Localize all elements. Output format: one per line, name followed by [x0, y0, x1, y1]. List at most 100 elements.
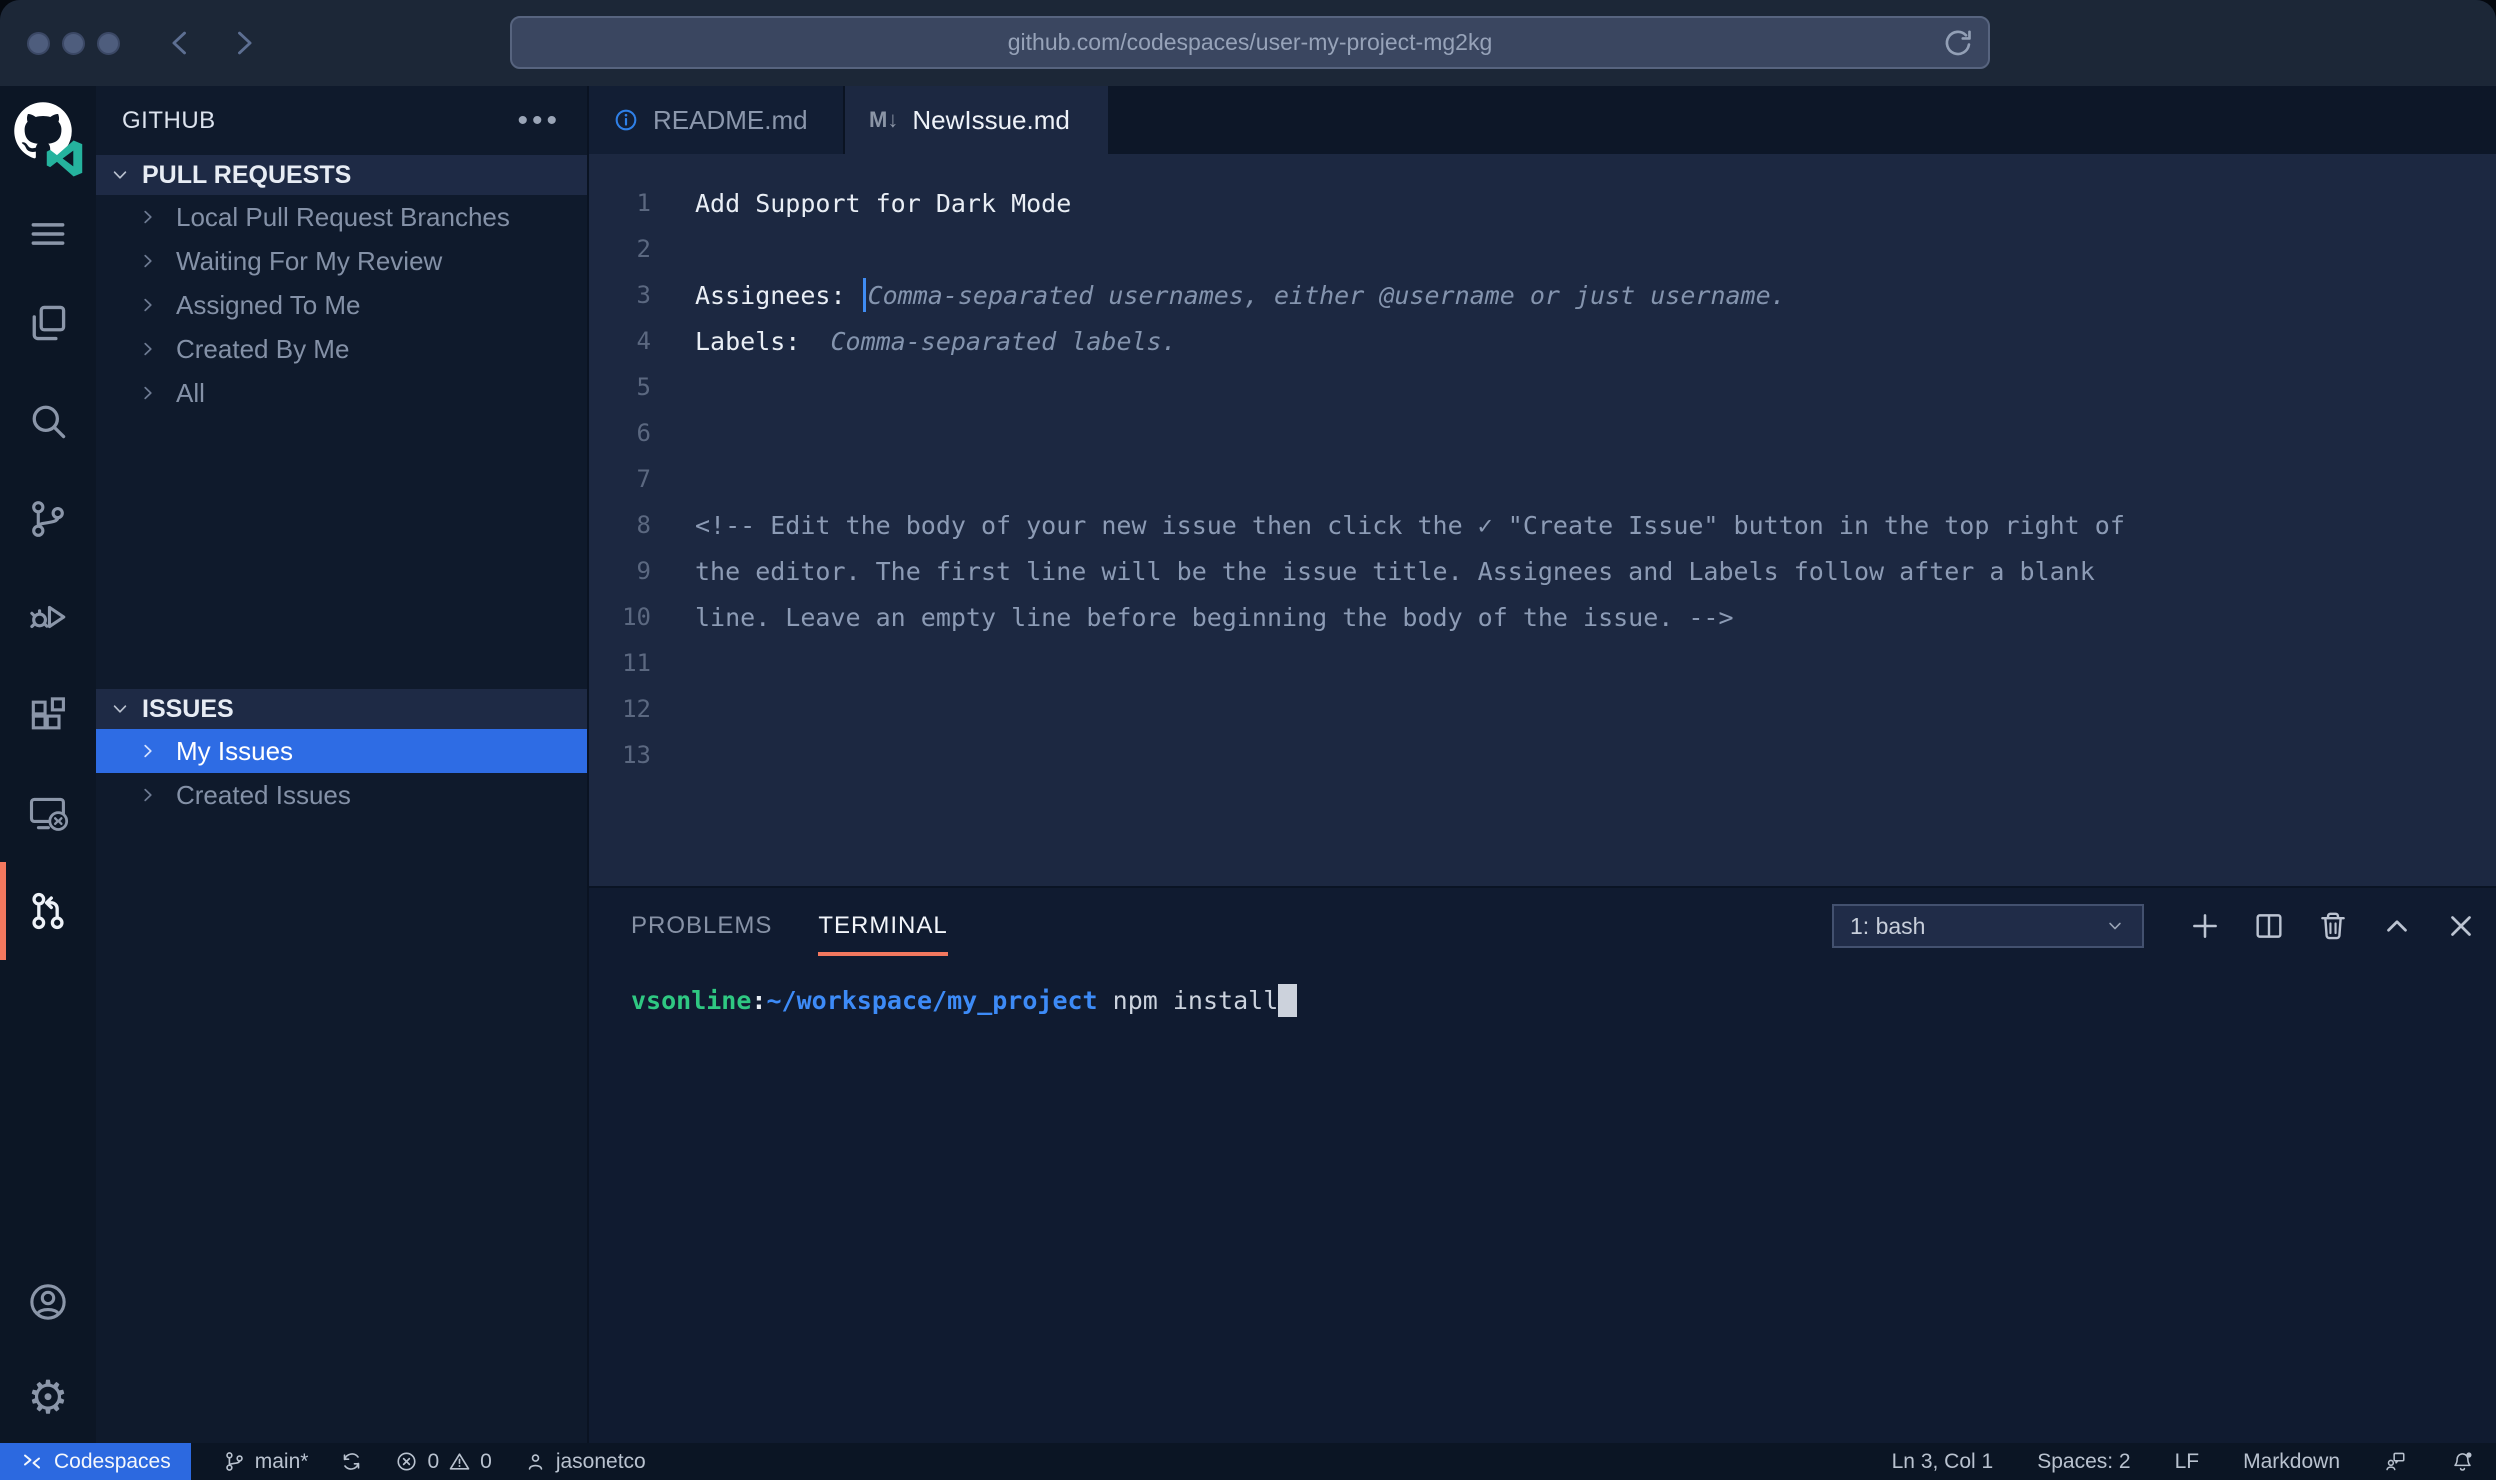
- window-minimize-button[interactable]: [62, 32, 85, 55]
- chevron-right-icon: [136, 381, 160, 405]
- editor-line: 6: [589, 410, 2496, 456]
- account-button[interactable]: [0, 1253, 96, 1351]
- problems-status[interactable]: 0 0: [395, 1450, 491, 1474]
- terminal-cursor: [1278, 984, 1297, 1017]
- section-issues[interactable]: ISSUES: [96, 689, 587, 729]
- chevron-right-icon: [136, 783, 160, 807]
- language-mode-status[interactable]: Markdown: [2243, 1450, 2340, 1474]
- remote-explorer-button[interactable]: [0, 764, 96, 862]
- settings-gear-icon: ⚙: [27, 1374, 68, 1420]
- person-icon: [524, 1450, 547, 1473]
- tab-readme[interactable]: README.md: [589, 86, 845, 154]
- section-pull-requests[interactable]: PULL REQUESTS: [96, 155, 587, 195]
- extensions-icon: [26, 693, 70, 737]
- terminal-command: npm install: [1098, 986, 1279, 1015]
- cursor-position-status[interactable]: Ln 3, Col 1: [1892, 1450, 1994, 1474]
- chevron-right-icon: [136, 739, 160, 763]
- editor-line: 13: [589, 732, 2496, 778]
- url-text: github.com/codespaces/user-my-project-mg…: [1008, 29, 1492, 56]
- chevron-right-icon: [136, 249, 160, 273]
- tab-newissue[interactable]: M↓ NewIssue.md: [845, 86, 1108, 154]
- chevron-right-icon: [136, 205, 160, 229]
- window-close-button[interactable]: [27, 32, 50, 55]
- editor-tab-bar: README.md M↓ NewIssue.md: [589, 86, 2496, 154]
- close-panel-icon[interactable]: [2444, 909, 2478, 943]
- bell-icon: [2451, 1450, 2474, 1473]
- chevron-right-icon: [136, 293, 160, 317]
- editor-line: 3Assignees: Comma-separated usernames, e…: [589, 272, 2496, 318]
- kill-terminal-icon[interactable]: [2316, 909, 2350, 943]
- chevron-down-icon: [108, 697, 132, 721]
- eol-status[interactable]: LF: [2175, 1450, 2200, 1474]
- debug-icon: [26, 595, 70, 639]
- address-bar[interactable]: github.com/codespaces/user-my-project-mg…: [510, 16, 1990, 69]
- git-branch-icon: [223, 1450, 246, 1473]
- editor-line: 7: [589, 456, 2496, 502]
- branch-status[interactable]: main*: [223, 1450, 309, 1474]
- github-pullrequest-icon: [26, 889, 70, 933]
- editor-line: 9the editor. The first line will be the …: [589, 548, 2496, 594]
- text-cursor: [863, 278, 866, 312]
- bottom-panel: PROBLEMS TERMINAL 1: bash vsonline:~/wor…: [589, 886, 2496, 1443]
- settings-button[interactable]: ⚙: [0, 1351, 96, 1443]
- sync-icon: [340, 1450, 363, 1473]
- remote-indicator[interactable]: Codespaces: [0, 1443, 191, 1480]
- feedback-icon: [2384, 1450, 2407, 1473]
- debug-button[interactable]: [0, 568, 96, 666]
- search-button[interactable]: [0, 372, 96, 470]
- info-icon: [613, 107, 639, 133]
- explorer-button[interactable]: [0, 274, 96, 372]
- menu-button[interactable]: [0, 194, 96, 274]
- notifications-button[interactable]: [2451, 1450, 2474, 1473]
- split-terminal-icon[interactable]: [2252, 909, 2286, 943]
- sidebar: GITHUB ••• PULL REQUESTS Local Pull Requ…: [96, 86, 589, 1443]
- warning-icon: [448, 1450, 471, 1473]
- back-icon[interactable]: [164, 26, 198, 60]
- window-zoom-button[interactable]: [97, 32, 120, 55]
- tree-item-created-by-me[interactable]: Created By Me: [96, 327, 587, 371]
- window-controls: [27, 32, 120, 55]
- markdown-icon: M↓: [869, 107, 898, 133]
- user-status[interactable]: jasonetco: [524, 1450, 646, 1474]
- github-pullrequest-button[interactable]: [0, 862, 96, 960]
- tree-item-my-issues[interactable]: My Issues: [96, 729, 587, 773]
- codespaces-logo: [0, 86, 96, 194]
- tree-item-waiting-for-my-review[interactable]: Waiting For My Review: [96, 239, 587, 283]
- chevron-down-icon: [108, 163, 132, 187]
- tree-item-all[interactable]: All: [96, 371, 587, 415]
- source-control-icon: [26, 497, 70, 541]
- chevron-down-icon: [2104, 915, 2126, 937]
- tree-item-local-pull-request-branches[interactable]: Local Pull Request Branches: [96, 195, 587, 239]
- activity-bar: ⚙: [0, 86, 96, 1443]
- editor-line: 8<!-- Edit the body of your new issue th…: [589, 502, 2496, 548]
- terminal-shell-select[interactable]: 1: bash: [1832, 904, 2144, 948]
- feedback-button[interactable]: [2384, 1450, 2407, 1473]
- editor-line: 2: [589, 226, 2496, 272]
- indentation-status[interactable]: Spaces: 2: [2037, 1450, 2130, 1474]
- sidebar-title: GITHUB: [122, 107, 216, 135]
- tree-item-created-issues[interactable]: Created Issues: [96, 773, 587, 817]
- tab-terminal[interactable]: TERMINAL: [818, 912, 947, 956]
- forward-icon[interactable]: [226, 26, 260, 60]
- editor-line: 4Labels: Comma-separated labels.: [589, 318, 2496, 364]
- sync-status[interactable]: [340, 1450, 363, 1473]
- search-icon: [26, 399, 70, 443]
- terminal-prompt[interactable]: vsonline:~/workspace/my_project npm inst…: [631, 984, 2496, 1017]
- remote-explorer-icon: [26, 791, 70, 835]
- remote-icon: [20, 1450, 44, 1474]
- editor-line: 5: [589, 364, 2496, 410]
- error-icon: [395, 1450, 418, 1473]
- editor[interactable]: 1Add Support for Dark Mode 2 3Assignees:…: [589, 154, 2496, 886]
- new-terminal-icon[interactable]: [2188, 909, 2222, 943]
- extensions-button[interactable]: [0, 666, 96, 764]
- editor-line: 11: [589, 640, 2496, 686]
- account-icon: [26, 1280, 70, 1324]
- tab-problems[interactable]: PROBLEMS: [631, 912, 772, 956]
- maximize-panel-icon[interactable]: [2380, 909, 2414, 943]
- source-control-button[interactable]: [0, 470, 96, 568]
- reload-icon[interactable]: [1942, 27, 1974, 59]
- editor-line: 12: [589, 686, 2496, 732]
- editor-line: 1Add Support for Dark Mode: [589, 180, 2496, 226]
- terminal-path: ~/workspace/my_project: [766, 986, 1097, 1015]
- tree-item-assigned-to-me[interactable]: Assigned To Me: [96, 283, 587, 327]
